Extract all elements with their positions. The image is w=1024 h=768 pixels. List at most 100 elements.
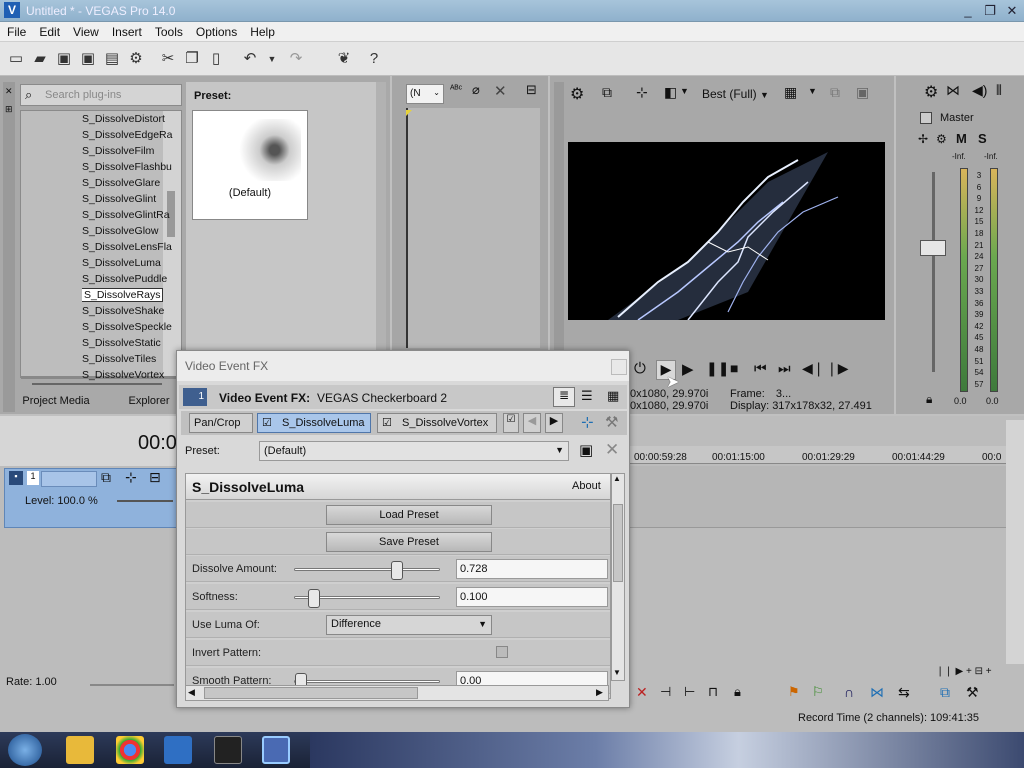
smooth-pattern-slider[interactable]: [294, 673, 440, 692]
vegas-app-icon[interactable]: V: [4, 2, 20, 18]
chevron-down-icon[interactable]: ▼: [680, 86, 689, 96]
save-snapshot-icon[interactable]: ▣: [856, 84, 869, 101]
chain-pan-crop[interactable]: Pan/Crop: [189, 413, 253, 433]
split-screen-icon[interactable]: ⊹: [636, 84, 648, 101]
dialog-close-button[interactable]: [611, 359, 627, 375]
menu-file[interactable]: File: [0, 22, 32, 39]
plugin-chain-icon[interactable]: ⊹: [581, 413, 594, 431]
menu-help[interactable]: Help: [243, 22, 281, 39]
gear-icon[interactable]: ⚙: [126, 49, 146, 69]
close-button[interactable]: ✕: [1002, 3, 1022, 19]
copy-icon[interactable]: ❐: [182, 49, 202, 69]
abc-icon[interactable]: ᴬᴮᶜ: [450, 84, 462, 95]
play-icon[interactable]: ▶: [682, 360, 694, 378]
explorer-dock-handle[interactable]: ✕ ⊞: [3, 82, 15, 412]
render-icon[interactable]: ▤: [102, 49, 122, 69]
pan-icon[interactable]: ✢: [918, 132, 928, 146]
delete-preset-icon[interactable]: ✕: [605, 440, 619, 460]
video-track-header[interactable]: ▪ 1 ⧉ ⊹ ⊟ Level: 100.0 %: [4, 468, 178, 528]
plugin-vscroll[interactable]: ▲ ▼: [611, 473, 625, 681]
previous-frame-icon[interactable]: ◀❘: [802, 360, 825, 377]
list-view-icon[interactable]: ≣: [553, 387, 575, 407]
start-button-icon[interactable]: [8, 734, 42, 766]
trim-start-icon[interactable]: ⊣: [660, 684, 671, 700]
menu-view[interactable]: View: [66, 22, 105, 39]
track-fx-icon[interactable]: ⊟: [149, 469, 161, 486]
vegas-active-taskbar-icon[interactable]: [262, 736, 290, 764]
mixer-settings-icon[interactable]: ⚙: [924, 82, 938, 102]
track-name-field[interactable]: [41, 471, 97, 487]
scroll-down-icon[interactable]: ▼: [613, 668, 621, 677]
about-link[interactable]: About: [572, 480, 601, 492]
split-icon[interactable]: ⊓: [708, 684, 718, 700]
master-fader-track[interactable]: [932, 172, 935, 372]
grid-view-icon[interactable]: ▦: [607, 388, 619, 404]
trimmer-area[interactable]: [406, 108, 540, 348]
invert-pattern-checkbox[interactable]: [496, 646, 508, 658]
chain-more-icon[interactable]: ☑: [503, 413, 519, 433]
redo-icon[interactable]: ↷: [286, 49, 306, 69]
chain-scroll-left-icon[interactable]: ◀: [523, 413, 541, 433]
menu-insert[interactable]: Insert: [105, 22, 148, 39]
master-fx-icon[interactable]: [920, 112, 932, 124]
pause-icon[interactable]: ❚❚: [706, 360, 729, 377]
tab-explorer[interactable]: Explorer: [118, 393, 180, 411]
stop-icon[interactable]: ■: [730, 360, 738, 376]
go-to-start-icon[interactable]: ⏮: [754, 360, 767, 377]
vegas-taskbar-icon[interactable]: [214, 736, 242, 764]
compositing-icon[interactable]: ⧉: [101, 469, 111, 486]
loop-icon[interactable]: ⏻: [634, 360, 646, 377]
save-icon[interactable]: ▣: [54, 49, 74, 69]
dialog-title-bar[interactable]: Video Event FX: [177, 351, 629, 381]
timeline-vscroll[interactable]: [1006, 420, 1024, 664]
undo-icon[interactable]: ↶: [240, 49, 260, 69]
master-fader-thumb[interactable]: [920, 240, 946, 256]
overlay-icon[interactable]: ◧: [664, 84, 677, 101]
minimize-button[interactable]: _: [958, 3, 978, 19]
detail-view-icon[interactable]: ☰: [581, 388, 593, 404]
plugin-hscroll-thumb[interactable]: [204, 687, 418, 699]
cut-icon[interactable]: ✂: [158, 49, 178, 69]
use-luma-of-select[interactable]: Difference ▼: [326, 615, 492, 635]
copy-snapshot-icon[interactable]: ⧉: [830, 84, 840, 101]
zoom-controls[interactable]: ❘❘ ▶ + ⊟ +: [936, 666, 1020, 680]
remove-plugin-icon[interactable]: ⚒: [605, 413, 618, 431]
plugin-hscroll[interactable]: ◀ ▶: [185, 685, 609, 701]
fx-gear-icon[interactable]: ⚙: [936, 132, 947, 146]
checkbox-icon[interactable]: ☑: [382, 416, 392, 429]
edit-tool-icon[interactable]: ⚒: [966, 684, 979, 701]
leaf-icon[interactable]: ❦: [334, 49, 354, 69]
rate-slider[interactable]: [90, 684, 174, 686]
mute-button[interactable]: M: [956, 131, 967, 146]
chain-scroll-right-icon[interactable]: ▶: [545, 413, 563, 433]
restore-button[interactable]: ❐: [980, 3, 1000, 19]
new-file-icon[interactable]: ▭: [6, 49, 26, 69]
save-as-icon[interactable]: ▣: [78, 49, 98, 69]
remove-fx-icon[interactable]: ⌀: [472, 82, 480, 98]
trimmer-options-icon[interactable]: ⊟: [526, 82, 537, 98]
chain-dissolve-luma[interactable]: ☑ S_DissolveLuma: [257, 413, 371, 433]
notepad-icon[interactable]: [164, 736, 192, 764]
load-preset-button[interactable]: Load Preset: [326, 505, 492, 525]
lock-icon[interactable]: 🔒︎: [926, 392, 932, 407]
checkbox-icon[interactable]: ☑: [262, 416, 272, 429]
open-folder-icon[interactable]: ▰: [30, 49, 50, 69]
plugin-search-box[interactable]: ⌕ Search plug-ins: [20, 84, 182, 106]
auto-crossfade-icon[interactable]: ⋈: [870, 684, 884, 701]
slider-thumb[interactable]: [308, 589, 321, 608]
external-monitor-icon[interactable]: ⧉: [602, 84, 612, 101]
tab-project-media[interactable]: Project Media: [12, 393, 100, 411]
slider-thumb[interactable]: [391, 561, 404, 580]
menu-tools[interactable]: Tools: [148, 22, 189, 39]
preview-quality-select[interactable]: Best (Full) ▼: [702, 87, 769, 101]
speaker-icon[interactable]: ◀): [972, 82, 987, 99]
menu-edit[interactable]: Edit: [32, 22, 66, 39]
snapping-magnet-icon[interactable]: ∩: [844, 684, 854, 700]
ripple-edit-icon[interactable]: ⇆: [898, 684, 910, 701]
marker-flag-icon[interactable]: ⚑: [788, 684, 800, 700]
dissolve-amount-slider[interactable]: [294, 561, 440, 580]
chevron-down-icon[interactable]: ▼: [808, 86, 817, 96]
preview-settings-icon[interactable]: ⚙: [570, 84, 584, 104]
scroll-right-icon[interactable]: ▶: [596, 687, 603, 698]
scroll-up-icon[interactable]: ▲: [613, 474, 621, 483]
